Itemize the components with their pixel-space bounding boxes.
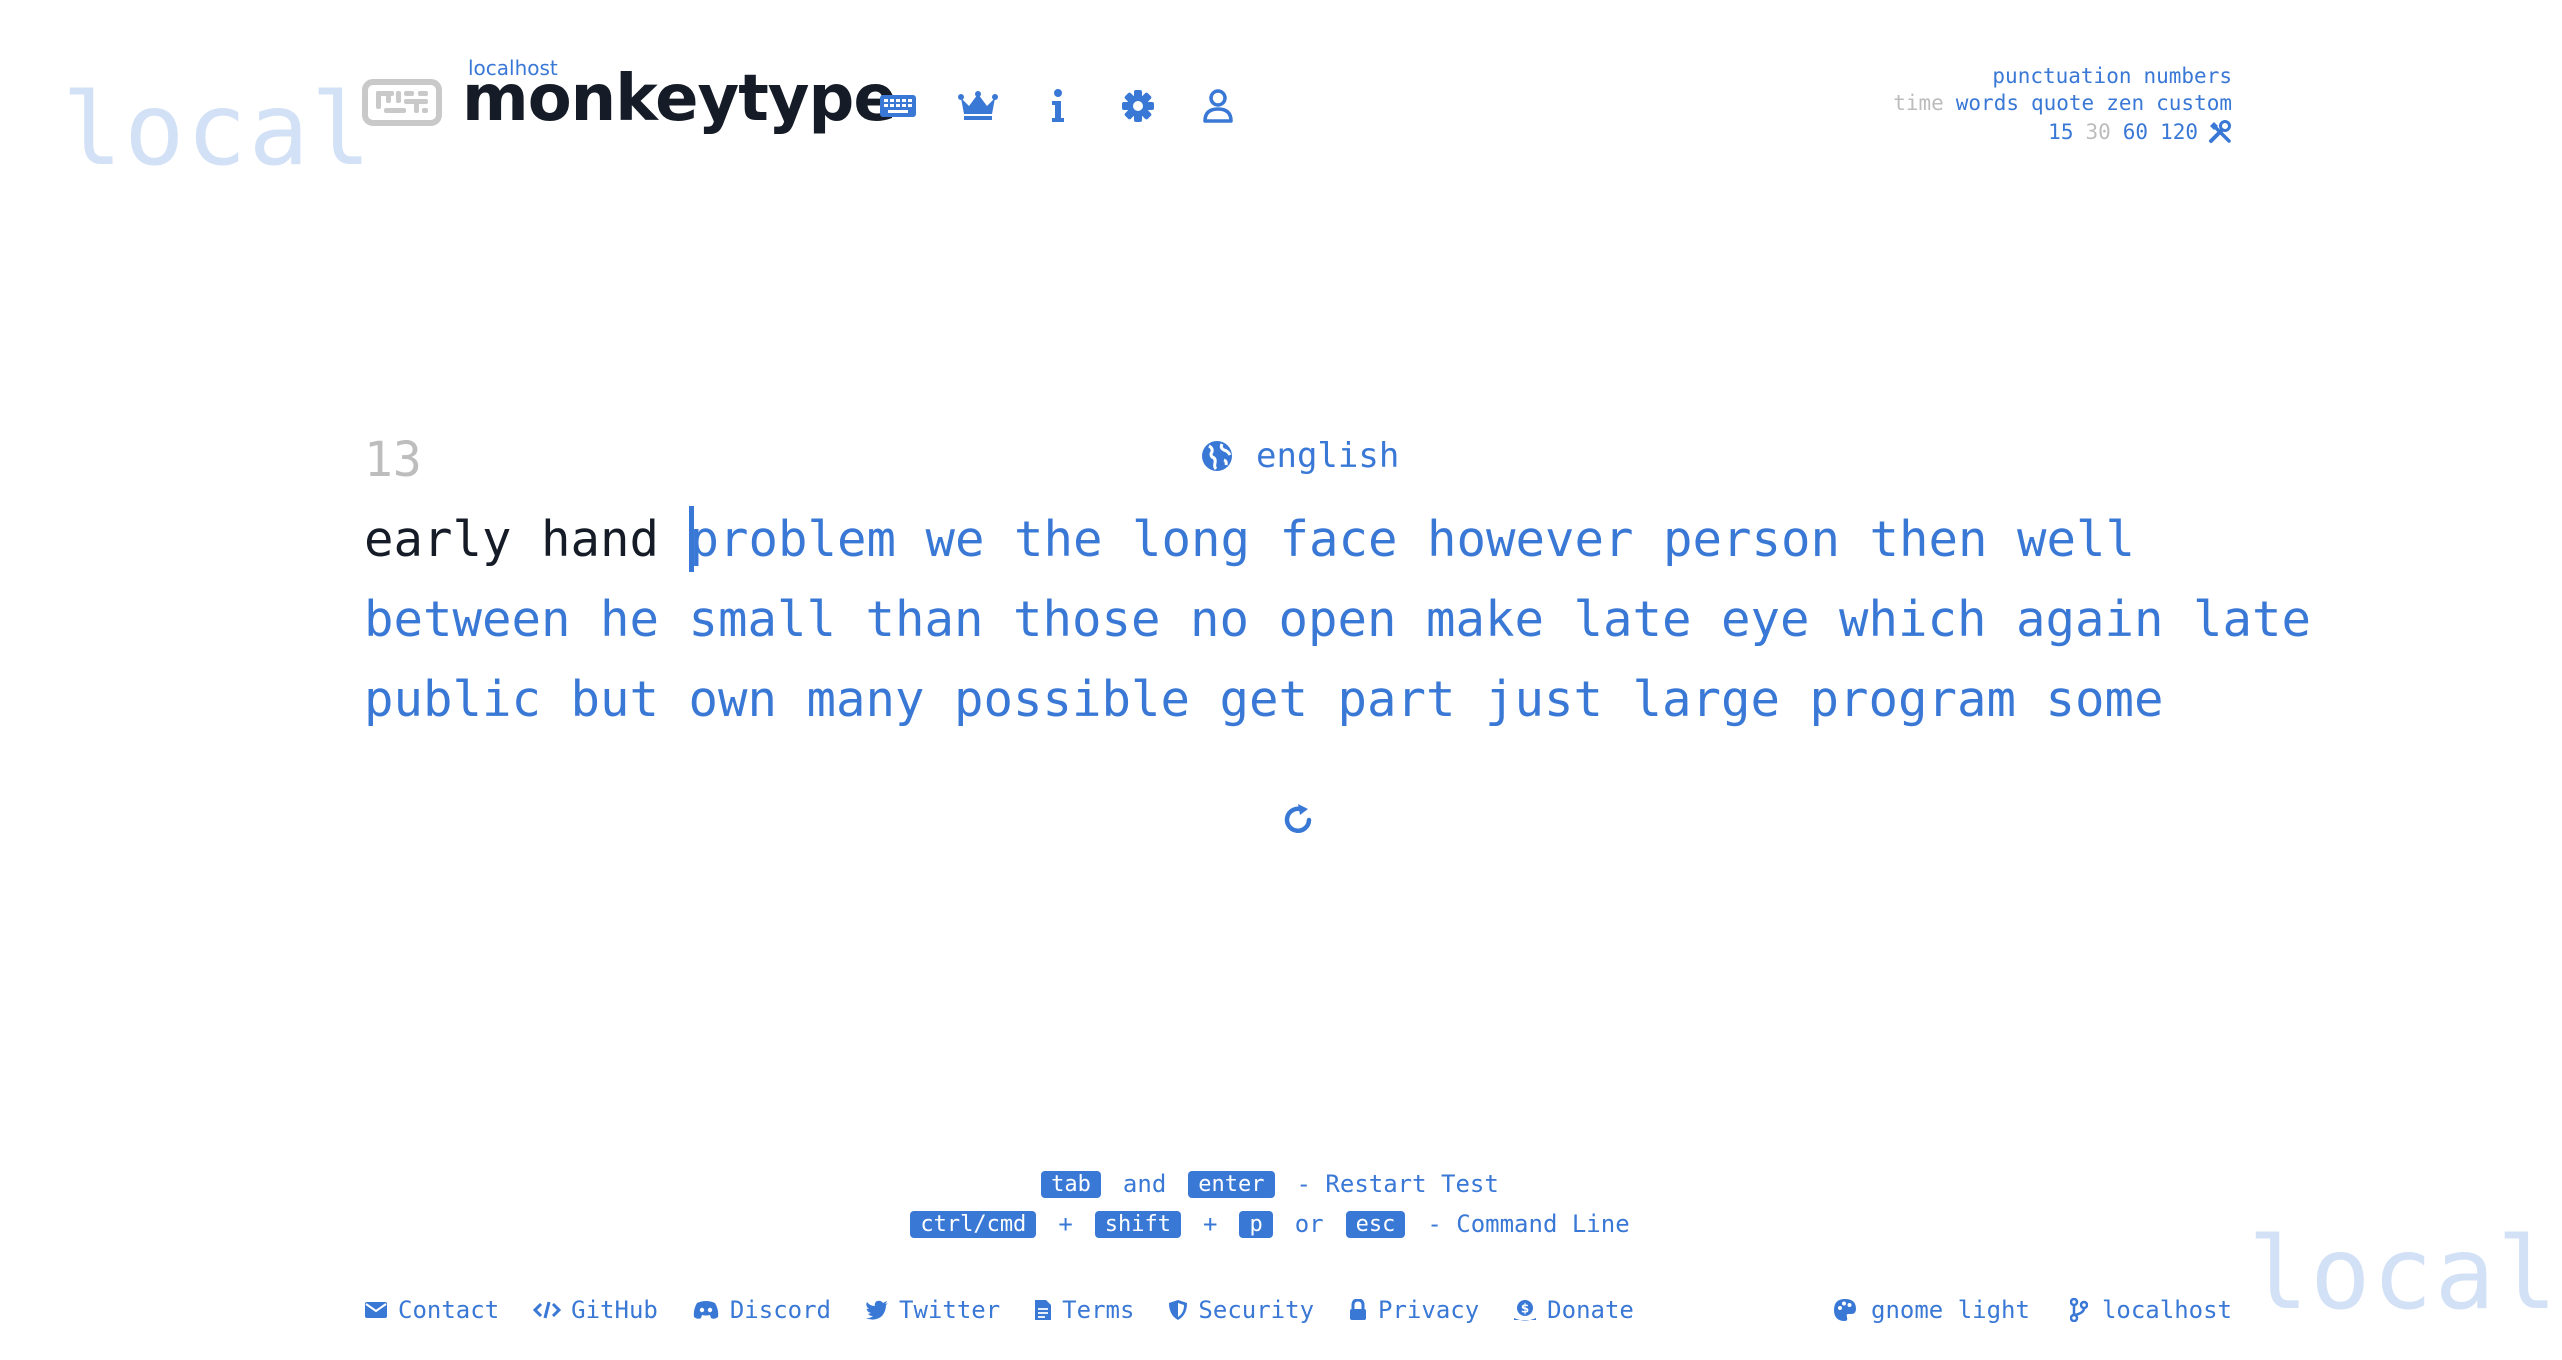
config-row-modes: time words quote zen custom: [1881, 91, 2232, 115]
key-tab: tab: [1041, 1170, 1101, 1198]
restart-icon[interactable]: [1278, 800, 1318, 840]
hint-restart: tab and enter - Restart Test: [0, 1170, 2562, 1198]
key-esc: esc: [1345, 1210, 1406, 1238]
timer-counter: 13: [364, 432, 422, 488]
footer-version[interactable]: localhost: [2069, 1296, 2232, 1324]
globe-icon: [1202, 441, 1232, 471]
caret: [688, 505, 694, 572]
envelope-icon: [365, 1302, 387, 1318]
hint-plus-1: +: [1058, 1210, 1073, 1238]
footer-theme-label: gnome light: [1871, 1296, 2030, 1324]
local-watermark-top: local: [62, 71, 374, 188]
config-length-60[interactable]: 60: [2123, 120, 2148, 144]
typed-words: early hand: [364, 511, 689, 568]
tools-icon[interactable]: [2208, 120, 2232, 144]
footer-contact[interactable]: Contact: [364, 1296, 499, 1324]
footer-theme[interactable]: gnome light: [1833, 1296, 2030, 1324]
config-row-toggles: punctuation numbers: [1980, 64, 2232, 88]
key-ctrl-cmd: ctrl/cmd: [910, 1210, 1037, 1238]
key-p: p: [1239, 1210, 1273, 1238]
footer-twitter-label: Twitter: [899, 1296, 1001, 1324]
config-mode-time[interactable]: time: [1893, 91, 1944, 115]
config-mode-zen[interactable]: zen: [2106, 91, 2144, 115]
config-mode-quote[interactable]: quote: [2031, 91, 2094, 115]
footer-privacy-label: Privacy: [1378, 1296, 1480, 1324]
brand-title[interactable]: monkeytype: [462, 62, 897, 136]
words-line-3: public but own many possible get part ju…: [364, 660, 2244, 740]
key-shift: shift: [1094, 1210, 1181, 1238]
footer-discord[interactable]: Discord: [692, 1296, 831, 1324]
config-mode-custom[interactable]: custom: [2156, 91, 2232, 115]
footer-donate[interactable]: $ Donate: [1513, 1296, 1634, 1324]
language-label: english: [1256, 436, 1400, 476]
footer-twitter[interactable]: Twitter: [865, 1296, 1000, 1324]
hint-command-label: - Command Line: [1427, 1210, 1630, 1238]
hint-restart-label: - Restart Test: [1296, 1170, 1499, 1198]
footer-privacy[interactable]: Privacy: [1348, 1296, 1479, 1324]
code-icon: [533, 1301, 562, 1319]
keyboard-icon[interactable]: [878, 86, 918, 126]
footer-contact-label: Contact: [398, 1296, 500, 1324]
config-mode-words[interactable]: words: [1956, 91, 2019, 115]
footer-meta: gnome light localhost: [1793, 1296, 2232, 1324]
palette-icon: [1834, 1299, 1856, 1321]
config-length-120[interactable]: 120: [2160, 120, 2198, 144]
hint-or: or: [1294, 1210, 1324, 1238]
donate-icon: $: [1514, 1300, 1537, 1321]
footer-version-label: localhost: [2101, 1296, 2232, 1324]
svg-text:$: $: [1521, 1302, 1529, 1316]
twitter-icon: [865, 1300, 889, 1320]
gear-icon[interactable]: [1118, 86, 1158, 126]
config-numbers[interactable]: numbers: [2143, 64, 2232, 88]
local-watermark-bottom: local: [2248, 1215, 2560, 1332]
footer-github-label: GitHub: [571, 1296, 658, 1324]
words-line-1: early hand problem we the long face howe…: [364, 500, 2244, 580]
key-enter: enter: [1188, 1170, 1275, 1198]
crown-icon[interactable]: [958, 86, 998, 126]
footer-terms-label: Terms: [1062, 1296, 1135, 1324]
footer-donate-label: Donate: [1547, 1296, 1634, 1324]
shield-icon: [1169, 1300, 1188, 1320]
upcoming-words-line-2: between he small than those no open make…: [364, 591, 2312, 648]
upcoming-words-line-1: problem we the long face however person …: [689, 511, 2136, 568]
config-length-30[interactable]: 30: [2085, 120, 2110, 144]
lock-icon: [1350, 1299, 1367, 1320]
language-selector[interactable]: english: [1200, 436, 1399, 476]
config-row-lengths: 15 30 60 120: [2036, 120, 2232, 144]
footer-discord-label: Discord: [729, 1296, 832, 1324]
footer-security-label: Security: [1198, 1296, 1315, 1324]
discord-icon: [693, 1301, 719, 1319]
code-branch-icon: [2069, 1298, 2088, 1322]
hint-plus-2: +: [1203, 1210, 1218, 1238]
footer-security[interactable]: Security: [1168, 1296, 1314, 1324]
words-area[interactable]: early hand problem we the long face howe…: [364, 500, 2311, 740]
words-line-2: between he small than those no open make…: [364, 580, 2311, 660]
logo-icon[interactable]: [362, 79, 442, 126]
hint-command-line: ctrl/cmd + shift + p or esc - Command Li…: [0, 1210, 2562, 1238]
footer-github[interactable]: GitHub: [533, 1296, 658, 1324]
hint-and: and: [1122, 1170, 1167, 1198]
info-icon[interactable]: [1038, 86, 1078, 126]
config-length-15[interactable]: 15: [2048, 120, 2073, 144]
footer-links: Contact GitHub Discord Twitter Terms Sec…: [364, 1296, 1668, 1324]
upcoming-words-line-3: public but own many possible get part ju…: [364, 671, 2164, 728]
document-icon: [1035, 1300, 1052, 1320]
user-icon[interactable]: [1198, 86, 1238, 126]
config-punctuation[interactable]: punctuation: [1992, 64, 2131, 88]
footer-terms[interactable]: Terms: [1034, 1296, 1134, 1324]
